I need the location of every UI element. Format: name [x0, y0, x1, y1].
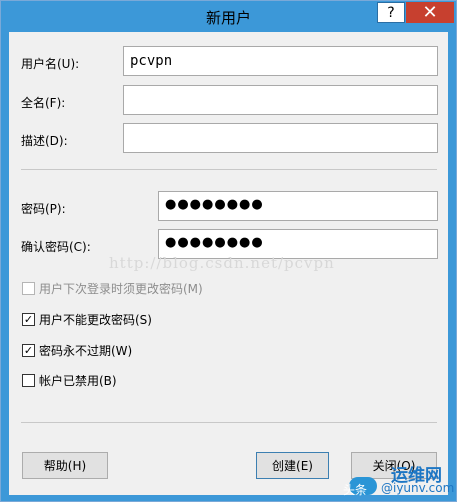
dialog-body: 用户名(U): pcvpn 全名(F): 描述(D): 密码(P): ●●●●●…	[9, 32, 448, 495]
separator	[21, 169, 437, 170]
logo-url: @iyunv.com	[381, 481, 455, 495]
fullname-field[interactable]	[123, 85, 438, 115]
description-label: 描述(D):	[21, 134, 68, 148]
option-account-disabled[interactable]: 帐户已禁用(B)	[22, 372, 117, 389]
username-field[interactable]: pcvpn	[123, 46, 438, 76]
separator	[21, 422, 437, 423]
checkbox-checked[interactable]: ✓	[22, 313, 35, 326]
watermark-logo: 运维网 头条 @iyunv.com	[339, 466, 455, 499]
confirm-password-label: 确认密码(C):	[21, 240, 91, 254]
option-must-change-password[interactable]: 用户下次登录时须更改密码(M)	[22, 280, 203, 297]
help-icon[interactable]: ?	[377, 2, 405, 23]
help-button[interactable]: 帮助(H)	[22, 452, 108, 479]
option-password-never-expires[interactable]: ✓ 密码永不过期(W)	[22, 342, 132, 359]
option-cannot-change-password[interactable]: ✓ 用户不能更改密码(S)	[22, 311, 152, 328]
option-label: 用户下次登录时须更改密码(M)	[39, 282, 203, 296]
option-label: 密码永不过期(W)	[39, 344, 133, 358]
checkbox[interactable]	[22, 282, 35, 295]
close-icon[interactable]: ✕	[406, 2, 454, 23]
watermark-text: http://blog.csdn.net/pcvpn	[109, 254, 335, 272]
title-bar[interactable]: 新用户 ? ✕	[1, 1, 456, 32]
fullname-label: 全名(F):	[21, 96, 66, 110]
create-button[interactable]: 创建(E)	[256, 452, 329, 479]
logo-caption: 头条	[343, 483, 368, 497]
description-field[interactable]	[123, 123, 438, 153]
username-label: 用户名(U):	[21, 57, 80, 71]
checkbox[interactable]	[22, 374, 35, 387]
new-user-dialog: 新用户 ? ✕ 用户名(U): pcvpn 全名(F): 描述(D): 密码(P…	[0, 0, 457, 502]
option-label: 帐户已禁用(B)	[39, 374, 117, 388]
password-label: 密码(P):	[21, 202, 66, 216]
option-label: 用户不能更改密码(S)	[39, 313, 152, 327]
password-field[interactable]: ●●●●●●●●	[158, 191, 438, 221]
checkbox-checked[interactable]: ✓	[22, 344, 35, 357]
